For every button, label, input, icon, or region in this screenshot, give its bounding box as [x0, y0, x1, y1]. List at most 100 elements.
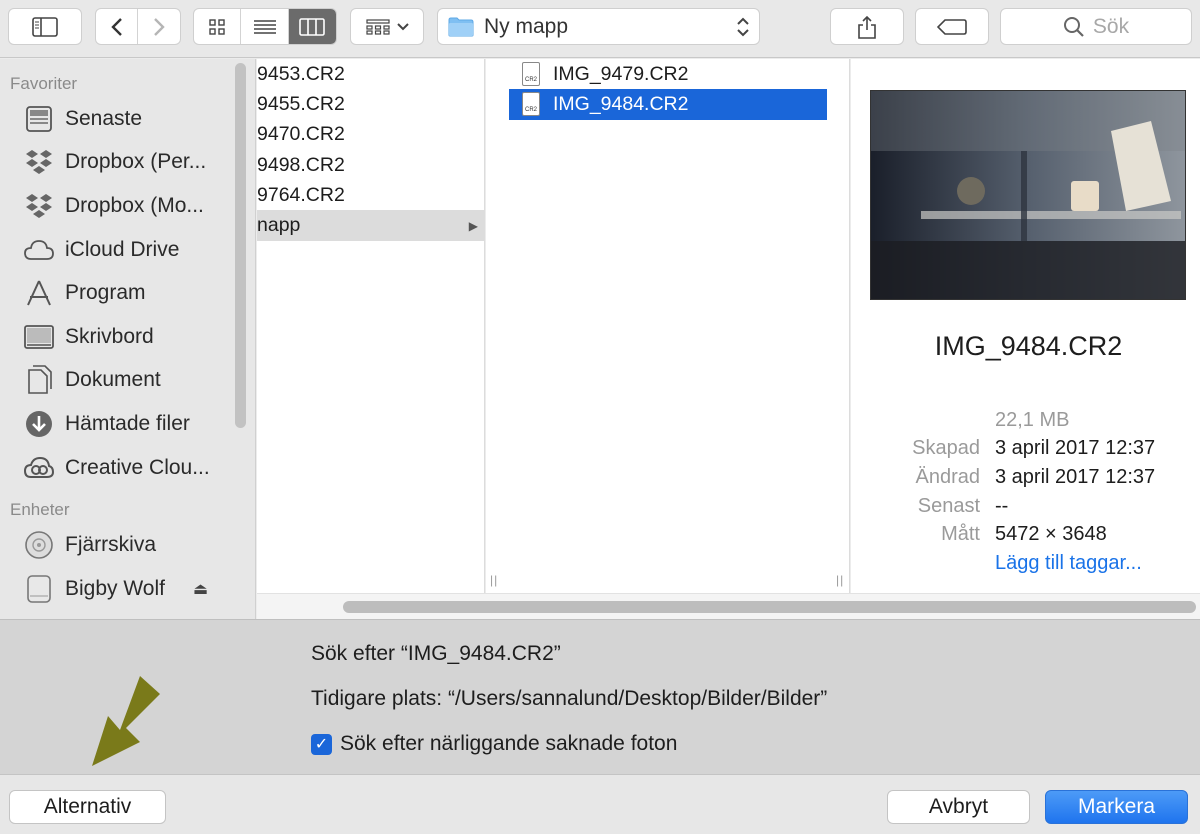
grid-icon	[209, 18, 225, 35]
sidebar-item-label: Senaste	[65, 106, 143, 130]
list-icon	[253, 19, 276, 34]
drive-icon	[23, 573, 55, 605]
sidebar-device-1[interactable]: Bigby Wolf ⏏	[0, 567, 255, 611]
sidebar-item-label: Program	[65, 281, 146, 305]
back-button[interactable]	[96, 9, 139, 44]
tags-button[interactable]	[915, 8, 989, 45]
photo-thumbnail	[870, 90, 1186, 300]
sidebar-favorite-7[interactable]: Hämtade filer	[0, 402, 255, 446]
info-value: --	[995, 494, 1009, 517]
info-row: Skapad 3 april 2017 12:37	[851, 435, 1200, 464]
path-popup[interactable]: Ny mapp	[437, 8, 760, 45]
raw-file-icon: CR2	[522, 92, 540, 117]
dropbox-icon	[23, 146, 55, 178]
download-icon	[23, 408, 55, 440]
document-icon	[23, 364, 55, 396]
info-key: Mått	[941, 523, 980, 546]
row-label: IMG_9479.CR2	[553, 62, 689, 85]
sidebar-favorite-5[interactable]: Skrivbord	[0, 315, 255, 359]
info-row: Senast --	[851, 492, 1200, 521]
list-view-button[interactable]	[241, 9, 289, 44]
folder-icon	[448, 17, 474, 37]
sidebar-item-label: Creative Clou...	[65, 455, 210, 479]
sidebar-item-label: Bigby Wolf	[65, 576, 165, 600]
sidebar-favorite-3[interactable]: iCloud Drive	[0, 228, 255, 272]
dialog-footer: Alternativ Avbryt Markera	[0, 774, 1200, 834]
file-row[interactable]: 9498.CR2	[257, 150, 484, 180]
search-field[interactable]: Sök	[1000, 8, 1192, 45]
sidebar-favorite-4[interactable]: Program	[0, 271, 255, 315]
dropbox-icon	[23, 190, 55, 222]
sidebar-favorite-1[interactable]: Dropbox (Per...	[0, 141, 255, 185]
sidebar-device-0[interactable]: Fjärrskiva	[0, 523, 255, 567]
search-placeholder: Sök	[1092, 14, 1130, 38]
sidebar-favorite-6[interactable]: Dokument	[0, 359, 255, 403]
preview-filename: IMG_9484.CR2	[934, 331, 1123, 361]
chevron-right-icon	[154, 17, 165, 36]
raw-file-icon: CR2	[522, 62, 540, 87]
column-resize-handle[interactable]: ||	[836, 573, 844, 587]
row-label: 9453.CR2	[257, 62, 345, 85]
nearby-missing-checkbox[interactable]: ✓ Sök efter närliggande saknade foton	[311, 732, 677, 756]
chevron-down-icon	[397, 22, 409, 30]
icon-view-button[interactable]	[194, 9, 242, 44]
disclosure-triangle-icon: ▶	[468, 218, 478, 233]
forward-button[interactable]	[138, 9, 180, 44]
sidebar-icon	[32, 16, 58, 37]
info-row: Mått 5472 × 3648	[851, 520, 1200, 549]
sidebar-favorite-8[interactable]: Creative Clou...	[0, 446, 255, 490]
search-for-text: Sök efter “IMG_9484.CR2”	[311, 642, 561, 665]
sidebar-scrollbar[interactable]	[235, 63, 246, 428]
sidebar-favorite-2[interactable]: Dropbox (Mo...	[0, 184, 255, 228]
info-key: Senast	[917, 494, 980, 517]
sidebar-item-label: Dropbox (Per...	[65, 150, 207, 174]
add-tags-link[interactable]: Lägg till taggar...	[995, 552, 1142, 575]
path-label: Ny mapp	[484, 14, 569, 38]
sidebar-item-label: Fjärrskiva	[65, 533, 157, 557]
info-value: 3 april 2017 12:37	[995, 465, 1156, 488]
recents-icon	[23, 103, 55, 135]
share-icon	[858, 15, 876, 39]
checkbox-label: Sök efter närliggande saknade foton	[340, 732, 678, 755]
locate-options-panel: Sök efter “IMG_9484.CR2” Tidigare plats:…	[0, 619, 1200, 774]
sidebar-item-label: Hämtade filer	[65, 411, 190, 435]
info-key: Skapad	[912, 437, 980, 460]
toolbar: Ny mapp Sök	[0, 0, 1200, 58]
nav-buttons	[95, 8, 181, 45]
columns-icon	[299, 17, 326, 36]
horizontal-scrollbar	[257, 593, 1200, 619]
row-label: napp	[257, 214, 301, 237]
file-row[interactable]: CR2 IMG_9484.CR2	[509, 89, 827, 120]
sidebar: Favoriter Senaste Dropbox (Per... Dropbox …	[0, 59, 256, 619]
annotation-arrow-icon	[92, 676, 160, 766]
file-row[interactable]: 9470.CR2	[257, 120, 484, 150]
folder-row[interactable]: napp ▶	[257, 210, 484, 241]
share-button[interactable]	[830, 8, 904, 45]
options-button[interactable]: Alternativ	[9, 790, 166, 824]
desktop-icon	[23, 321, 55, 353]
eject-icon[interactable]: ⏏	[193, 579, 208, 599]
sidebar-item-label: Skrivbord	[65, 324, 154, 348]
previous-location-text: Tidigare plats: “/Users/sannalund/Deskto…	[311, 687, 828, 710]
sidebar-favorite-0[interactable]: Senaste	[0, 97, 255, 141]
file-row[interactable]: CR2 IMG_9479.CR2	[509, 59, 827, 89]
sidebar-item-label: iCloud Drive	[65, 237, 180, 261]
column-parent: 9453.CR2 9455.CR2 9470.CR2 9498.CR2 9764.CR2…	[257, 59, 485, 593]
info-row: Ändrad 3 april 2017 12:37	[851, 463, 1200, 492]
file-row[interactable]: 9453.CR2	[257, 59, 484, 89]
file-row[interactable]: 9455.CR2	[257, 89, 484, 119]
cancel-button[interactable]: Avbryt	[887, 790, 1030, 824]
horizontal-scroll-thumb[interactable]	[343, 601, 1196, 613]
group-by-button[interactable]	[350, 8, 424, 45]
sidebar-toggle-button[interactable]	[8, 8, 82, 45]
creative-cloud-icon	[23, 452, 55, 484]
file-size: 22,1 MB	[995, 408, 1070, 431]
group-icon	[366, 18, 390, 35]
select-button[interactable]: Markera	[1045, 790, 1188, 824]
file-row[interactable]: 9764.CR2	[257, 180, 484, 210]
preview-pane: IMG_9484.CR2 22,1 MB Skapad 3 april 2017 …	[851, 59, 1200, 593]
column-resize-handle[interactable]: ||	[490, 573, 498, 587]
column-view-button[interactable]	[288, 9, 336, 44]
sidebar-item-label: Dropbox (Mo...	[65, 193, 204, 217]
info-key: Ändrad	[915, 465, 981, 488]
